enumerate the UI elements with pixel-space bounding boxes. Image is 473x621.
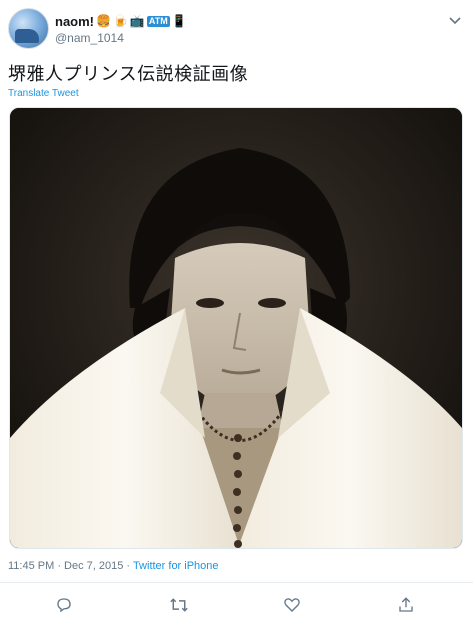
- phone-emoji: 📱: [171, 14, 187, 28]
- chevron-down-icon[interactable]: [449, 14, 461, 28]
- tweet-photo[interactable]: [9, 107, 463, 549]
- divider: [0, 582, 473, 583]
- user-info: naom! 🍔 🍺 📺 ATM 📱 @nam_1014: [55, 12, 187, 46]
- name-row: naom! 🍔 🍺 📺 ATM 📱: [55, 12, 187, 30]
- retweet-icon[interactable]: [168, 594, 190, 616]
- tweet-timestamp[interactable]: 11:45 PM · Dec 7, 2015 ·: [8, 560, 133, 572]
- tv-emoji: 📺: [129, 14, 145, 28]
- tweet-actions: [0, 592, 473, 618]
- tweet-meta: 11:45 PM · Dec 7, 2015 · Twitter for iPh…: [8, 560, 219, 572]
- reply-icon[interactable]: [53, 594, 75, 616]
- user-handle[interactable]: @nam_1014: [55, 31, 187, 45]
- portrait-image: [10, 108, 462, 548]
- share-icon[interactable]: [395, 594, 417, 616]
- translate-link[interactable]: Translate Tweet: [8, 88, 79, 99]
- tweet-text: 堺雅人プリンス伝説検証画像: [8, 64, 249, 85]
- tweet-header: naom! 🍔 🍺 📺 ATM 📱 @nam_1014: [8, 6, 465, 50]
- burger-emoji: 🍔: [96, 14, 111, 28]
- atm-emoji: ATM: [146, 15, 170, 27]
- tweet-source[interactable]: Twitter for iPhone: [133, 560, 219, 572]
- avatar[interactable]: [8, 8, 49, 49]
- display-name[interactable]: naom!: [55, 14, 94, 29]
- like-icon[interactable]: [281, 594, 303, 616]
- beer-emoji: 🍺: [112, 14, 128, 28]
